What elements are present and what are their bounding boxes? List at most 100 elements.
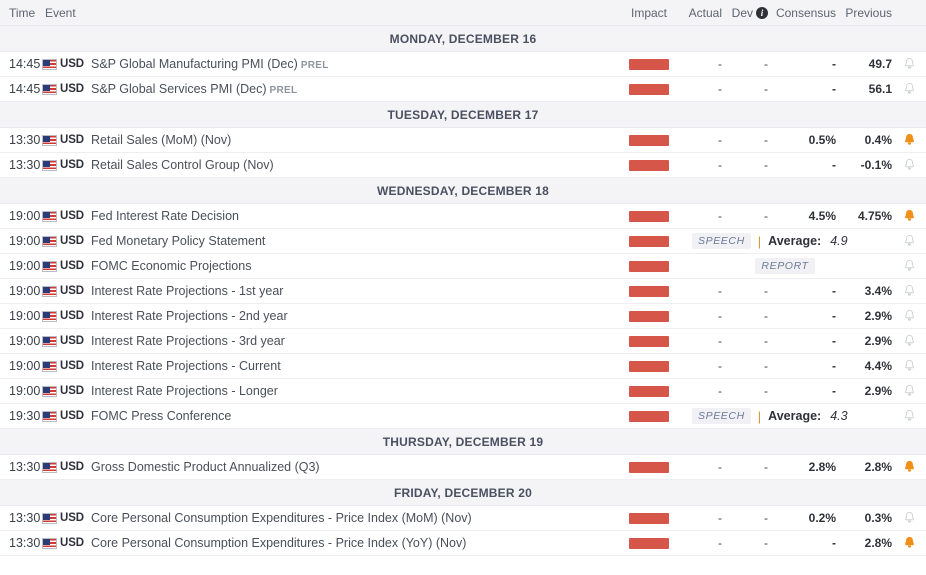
event-row[interactable]: 14:45USDS&P Global Manufacturing PMI (De… [0,52,926,77]
event-row[interactable]: 19:30USDFOMC Press ConferenceSPEECH|Aver… [0,404,926,429]
impact-bar[interactable] [629,236,669,247]
cell-event-name[interactable]: Core Personal Consumption Expenditures -… [88,536,620,550]
cell-event-name[interactable]: Retail Sales (MoM) (Nov) [88,133,620,147]
event-row[interactable]: 13:30USDRetail Sales Control Group (Nov)… [0,153,926,178]
cell-event-name[interactable]: S&P Global Manufacturing PMI (Dec)PREL [88,57,620,71]
cell-event-name[interactable]: Interest Rate Projections - 3rd year [88,334,620,348]
column-header-previous: Previous [836,6,892,20]
cell-currency: USD [42,134,88,146]
cell-event-name[interactable]: Gross Domestic Product Annualized (Q3) [88,460,620,474]
alert-bell-icon-inactive[interactable] [903,359,916,373]
cell-event-name[interactable]: Fed Interest Rate Decision [88,209,620,223]
cell-dev: - [722,284,768,298]
alert-bell-icon-inactive[interactable] [903,384,916,398]
cell-event-name[interactable]: Fed Monetary Policy Statement [88,234,620,248]
cell-speech-summary: SPEECH|Average:4.3 [678,408,892,424]
impact-bar[interactable] [629,211,669,222]
cell-alert[interactable] [892,536,926,550]
alert-bell-icon-inactive[interactable] [903,234,916,248]
cell-alert[interactable] [892,158,926,172]
alert-bell-icon-active[interactable] [903,460,916,474]
report-badge[interactable]: REPORT [755,258,814,274]
alert-bell-icon-inactive[interactable] [903,511,916,525]
cell-time: 19:00 [0,359,42,373]
impact-bar[interactable] [629,386,669,397]
cell-event-name[interactable]: Interest Rate Projections - Longer [88,384,620,398]
cell-alert[interactable] [892,359,926,373]
alert-bell-icon-active[interactable] [903,209,916,223]
day-separator-label: FRIDAY, DECEMBER 20 [394,486,532,500]
event-row[interactable]: 19:00USDInterest Rate Projections - 2nd … [0,304,926,329]
cell-alert[interactable] [892,259,926,273]
event-row[interactable]: 19:00USDInterest Rate Projections - Long… [0,379,926,404]
cell-dev: - [722,57,768,71]
cell-alert[interactable] [892,309,926,323]
cell-alert[interactable] [892,511,926,525]
impact-bar[interactable] [629,411,669,422]
event-row[interactable]: 13:30USDRetail Sales (MoM) (Nov)--0.5%0.… [0,128,926,153]
impact-bar[interactable] [629,160,669,171]
impact-bar[interactable] [629,513,669,524]
alert-bell-icon-inactive[interactable] [903,284,916,298]
alert-bell-icon-inactive[interactable] [903,158,916,172]
cell-consensus: - [768,309,836,323]
cell-alert[interactable] [892,384,926,398]
day-separator-label: THURSDAY, DECEMBER 19 [383,435,543,449]
impact-bar[interactable] [629,462,669,473]
cell-previous: 4.75% [836,209,892,223]
cell-event-name[interactable]: Core Personal Consumption Expenditures -… [88,511,620,525]
event-row[interactable]: 13:30USDGross Domestic Product Annualize… [0,455,926,480]
impact-bar[interactable] [629,261,669,272]
event-row[interactable]: 13:30USDCore Personal Consumption Expend… [0,531,926,556]
speech-badge[interactable]: SPEECH [692,408,751,424]
impact-bar[interactable] [629,311,669,322]
impact-bar[interactable] [629,59,669,70]
day-separator-label: WEDNESDAY, DECEMBER 18 [377,184,549,198]
cell-alert[interactable] [892,82,926,96]
currency-code: USD [60,385,84,397]
impact-bar[interactable] [629,361,669,372]
info-icon[interactable]: i [756,7,768,19]
cell-alert[interactable] [892,284,926,298]
cell-event-name[interactable]: S&P Global Services PMI (Dec)PREL [88,82,620,96]
us-flag-icon [42,311,57,322]
cell-event-name[interactable]: Interest Rate Projections - Current [88,359,620,373]
cell-event-name[interactable]: Interest Rate Projections - 1st year [88,284,620,298]
alert-bell-icon-inactive[interactable] [903,309,916,323]
impact-bar[interactable] [629,538,669,549]
calendar-rows: MONDAY, DECEMBER 1614:45USDS&P Global Ma… [0,26,926,556]
alert-bell-icon-active[interactable] [903,536,916,550]
event-row[interactable]: 14:45USDS&P Global Services PMI (Dec)PRE… [0,77,926,102]
event-row[interactable]: 19:00USDFOMC Economic ProjectionsREPORT [0,254,926,279]
event-row[interactable]: 19:00USDInterest Rate Projections - 3rd … [0,329,926,354]
impact-bar[interactable] [629,286,669,297]
event-row[interactable]: 19:00USDInterest Rate Projections - 1st … [0,279,926,304]
cell-alert[interactable] [892,234,926,248]
cell-alert[interactable] [892,133,926,147]
cell-event-name[interactable]: FOMC Economic Projections [88,259,620,273]
alert-bell-icon-inactive[interactable] [903,334,916,348]
alert-bell-icon-inactive[interactable] [903,409,916,423]
event-row[interactable]: 19:00USDFed Monetary Policy StatementSPE… [0,229,926,254]
alert-bell-icon-active[interactable] [903,133,916,147]
impact-bar[interactable] [629,84,669,95]
cell-time: 19:00 [0,209,42,223]
cell-event-name[interactable]: FOMC Press Conference [88,409,620,423]
cell-alert[interactable] [892,409,926,423]
impact-bar[interactable] [629,336,669,347]
cell-alert[interactable] [892,57,926,71]
event-row[interactable]: 19:00USDFed Interest Rate Decision--4.5%… [0,204,926,229]
alert-bell-icon-inactive[interactable] [903,259,916,273]
speech-badge[interactable]: SPEECH [692,233,751,249]
event-row[interactable]: 19:00USDInterest Rate Projections - Curr… [0,354,926,379]
cell-event-name[interactable]: Interest Rate Projections - 2nd year [88,309,620,323]
alert-bell-icon-inactive[interactable] [903,82,916,96]
event-name-text: Core Personal Consumption Expenditures -… [91,511,472,525]
event-row[interactable]: 13:30USDCore Personal Consumption Expend… [0,506,926,531]
cell-event-name[interactable]: Retail Sales Control Group (Nov) [88,158,620,172]
cell-alert[interactable] [892,209,926,223]
impact-bar[interactable] [629,135,669,146]
cell-alert[interactable] [892,334,926,348]
alert-bell-icon-inactive[interactable] [903,57,916,71]
cell-alert[interactable] [892,460,926,474]
